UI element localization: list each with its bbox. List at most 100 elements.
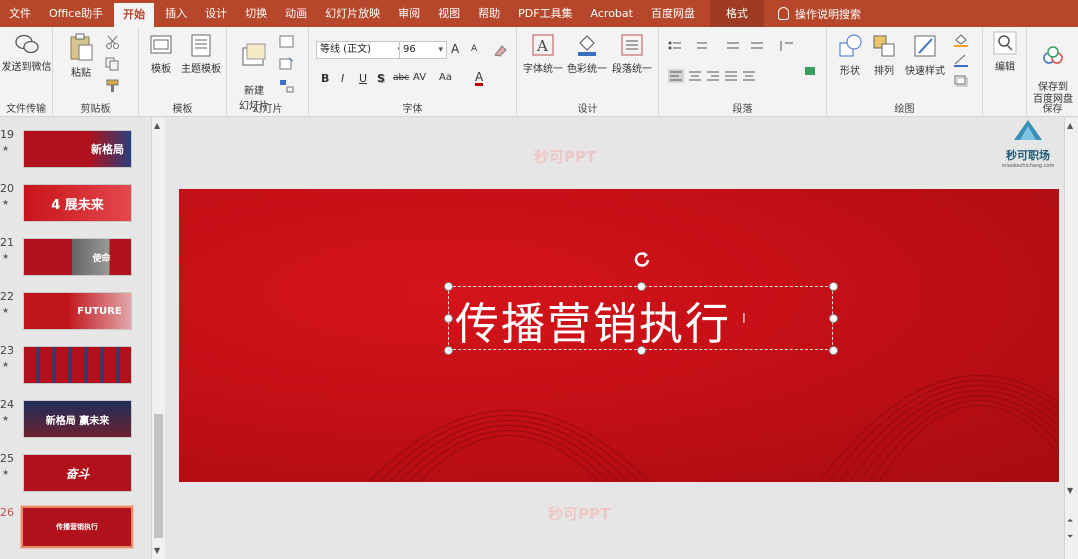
shape-fill-icon[interactable]	[953, 33, 969, 47]
bold-button[interactable]: B	[321, 72, 329, 85]
tab-8[interactable]: 审阅	[389, 0, 429, 27]
group-editing: 编辑	[983, 27, 1027, 117]
editor-scrollbar[interactable]: ▲ ▼ ⏶ ⏷	[1064, 118, 1078, 559]
group-design: A 字体统一 色彩统一 段落统一 设计	[517, 27, 659, 117]
slide-thumbnail-current[interactable]: 26 传播营销执行	[0, 505, 150, 556]
copy-icon[interactable]	[105, 57, 121, 71]
arrange-button[interactable]: 排列	[867, 33, 901, 77]
slide-thumbnail[interactable]: 19 ★ 新格局	[0, 128, 150, 178]
slide-preview: 传播营销执行	[20, 505, 134, 549]
resize-handle[interactable]	[444, 282, 453, 291]
shape-outline-icon[interactable]	[953, 53, 969, 67]
format-painter-icon[interactable]	[105, 79, 121, 93]
edit-button[interactable]: 编辑	[987, 31, 1023, 73]
resize-handle[interactable]	[829, 282, 838, 291]
star-icon: ★	[2, 414, 10, 423]
slide-number: 23	[0, 344, 14, 357]
save-to-baidu-button[interactable]: 保存到 百度网盘	[1029, 33, 1077, 106]
group-clipboard: 粘贴 剪贴板	[53, 27, 139, 117]
tab-2[interactable]: 开始	[114, 3, 155, 27]
paste-label: 粘贴	[71, 68, 91, 79]
slide-thumbnail[interactable]: 22 ★ FUTURE	[0, 290, 150, 340]
tab-5[interactable]: 切换	[236, 0, 276, 27]
resize-handle[interactable]	[444, 346, 453, 355]
tab-0[interactable]: 文件	[0, 0, 40, 27]
font-color-button[interactable]: A	[475, 71, 484, 86]
color-unify-button[interactable]: 色彩统一	[565, 33, 609, 75]
paragraph-unify-button[interactable]: 段落统一	[609, 33, 655, 75]
font-size-select[interactable]: 96 ▾	[399, 41, 447, 59]
next-slide-icon[interactable]: ⏷	[1067, 532, 1073, 542]
group-slides: 新建 幻灯片 幻灯片	[227, 27, 309, 117]
slide-number: 26	[0, 506, 14, 519]
grow-font-button[interactable]: A	[451, 42, 459, 56]
tell-me-search[interactable]: 操作说明搜索	[777, 6, 861, 22]
tab-4[interactable]: 设计	[196, 0, 236, 27]
shape-effects-icon[interactable]	[953, 73, 969, 87]
tab-11[interactable]: PDF工具集	[509, 0, 581, 27]
scroll-up-icon[interactable]: ▲	[1067, 121, 1073, 130]
resize-handle[interactable]	[637, 346, 646, 355]
template-button[interactable]: 模板	[144, 33, 178, 75]
quick-style-button[interactable]: 快速样式	[901, 33, 949, 77]
theme-template-button[interactable]: 主题模板	[179, 33, 223, 75]
chevron-down-icon: ▾	[438, 45, 443, 55]
font-unify-icon: A	[532, 34, 554, 56]
tab-12[interactable]: Acrobat	[582, 0, 642, 27]
thumbnail-scrollbar[interactable]: ▲ ▼	[151, 118, 165, 559]
paint-bucket-icon	[578, 35, 596, 56]
star-icon: ★	[2, 252, 10, 261]
strikethrough-button[interactable]: abc	[393, 73, 409, 83]
cut-icon[interactable]	[105, 35, 121, 49]
shape-button[interactable]: 形状	[833, 33, 867, 77]
scroll-up-icon[interactable]: ▲	[154, 121, 160, 130]
tab-7[interactable]: 幻灯片放映	[316, 0, 389, 27]
slide-thumbnail[interactable]: 23 ★	[0, 344, 150, 394]
svg-text:A: A	[536, 37, 548, 55]
slide-thumbnail[interactable]: 25 ★ 奋斗	[0, 452, 150, 502]
shrink-font-button[interactable]: A	[471, 44, 477, 54]
previous-slide-icon[interactable]: ⏶	[1067, 516, 1073, 526]
shadow-button[interactable]: S	[377, 72, 385, 85]
italic-button[interactable]: I	[341, 72, 344, 85]
paste-button[interactable]: 粘贴	[61, 33, 101, 79]
clear-format-icon[interactable]	[493, 43, 509, 57]
ribbon: 发送到微信 文件传输 粘贴 剪贴板 模板 主题模板 模板 新建 幻灯片 幻灯片 …	[0, 27, 1078, 117]
group-label-design: 设计	[577, 104, 598, 115]
logo-mark-icon	[1014, 120, 1042, 140]
tab-13[interactable]: 百度网盘	[642, 0, 704, 27]
tab-format[interactable]: 格式	[709, 0, 764, 27]
font-name-select[interactable]: 等线 (正文)▾	[316, 41, 406, 59]
underline-button[interactable]: U	[359, 72, 367, 85]
rotate-handle-icon[interactable]	[631, 249, 653, 271]
slide-thumbnail[interactable]: 20 ★ 4 展未来	[0, 182, 150, 232]
change-case-button[interactable]: Aa	[439, 72, 452, 83]
edit-label: 编辑	[995, 62, 1015, 73]
tab-3[interactable]: 插入	[156, 0, 196, 27]
tab-6[interactable]: 动画	[276, 0, 316, 27]
resize-handle[interactable]	[829, 314, 838, 323]
section-icon[interactable]	[279, 79, 295, 93]
tab-9[interactable]: 视图	[429, 0, 469, 27]
scrollbar-thumb[interactable]	[154, 414, 163, 538]
tab-10[interactable]: 帮助	[469, 0, 509, 27]
char-spacing-button[interactable]: AV	[413, 72, 426, 83]
group-file-transfer: 发送到微信 文件传输	[0, 27, 53, 117]
slide-preview: 4 展未来	[23, 184, 132, 222]
resize-handle[interactable]	[637, 282, 646, 291]
send-to-wechat-button[interactable]: 发送到微信	[0, 33, 53, 73]
layout-icon[interactable]	[279, 35, 295, 49]
scroll-down-icon[interactable]: ▼	[1067, 486, 1073, 495]
slide-thumbnail[interactable]: 24 ★ 新格局 赢未来	[0, 398, 150, 448]
scroll-down-icon[interactable]: ▼	[154, 546, 160, 555]
slide-title[interactable]: 传播营销执行	[455, 288, 731, 352]
font-unify-button[interactable]: A 字体统一	[521, 33, 565, 75]
slide-thumbnail[interactable]: 21 ★ 使命	[0, 236, 150, 286]
resize-handle[interactable]	[444, 314, 453, 323]
tab-1[interactable]: Office助手	[40, 0, 112, 27]
slide-number: 20	[0, 182, 14, 195]
quick-style-label: 快速样式	[905, 66, 945, 77]
search-label: 操作说明搜索	[794, 7, 861, 21]
reset-icon[interactable]	[279, 57, 295, 71]
resize-handle[interactable]	[829, 346, 838, 355]
